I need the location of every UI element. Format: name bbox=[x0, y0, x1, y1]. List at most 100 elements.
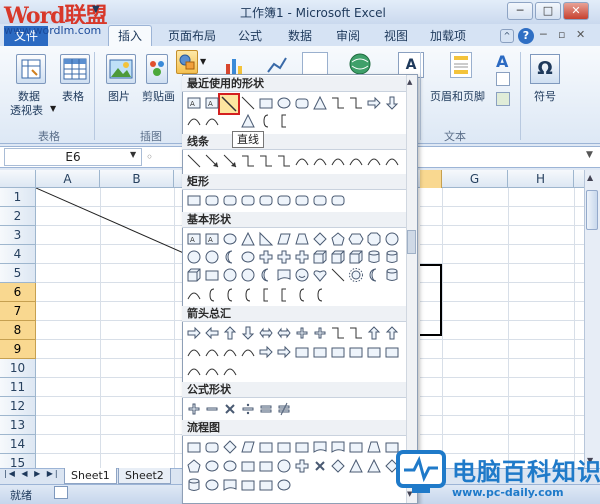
shape-diamond-icon[interactable] bbox=[312, 231, 328, 247]
shape-textbox-icon[interactable]: A bbox=[186, 95, 202, 111]
gallery-scrollbar[interactable] bbox=[406, 75, 417, 503]
shape-curve-icon[interactable] bbox=[366, 153, 382, 169]
shape-cyl-icon[interactable] bbox=[384, 267, 400, 283]
shape-arrowD-icon[interactable] bbox=[240, 325, 256, 341]
shape-rect-icon[interactable] bbox=[348, 439, 364, 455]
shape-curve-icon[interactable] bbox=[294, 153, 310, 169]
shape-arrowU-icon[interactable] bbox=[384, 325, 400, 341]
shape-arrowR-icon[interactable] bbox=[258, 344, 274, 360]
shape-cube-icon[interactable] bbox=[330, 249, 346, 265]
shape-diamond-icon[interactable] bbox=[330, 458, 346, 474]
shape-plus-icon[interactable] bbox=[312, 325, 328, 341]
minimize-icon[interactable]: ─ bbox=[507, 2, 533, 20]
shape-para-icon[interactable] bbox=[276, 231, 292, 247]
shape-arrowLR-icon[interactable] bbox=[276, 325, 292, 341]
shape-doc-icon[interactable] bbox=[312, 439, 328, 455]
shape-textbox-icon[interactable]: A bbox=[204, 95, 220, 111]
close-icon[interactable]: ✕ bbox=[563, 2, 589, 20]
picture-label[interactable]: 图片 bbox=[108, 88, 130, 104]
shape-noteq-icon[interactable] bbox=[276, 401, 292, 417]
shape-arrowU-icon[interactable] bbox=[222, 325, 238, 341]
collapse-ribbon-icon[interactable]: ^ bbox=[500, 29, 514, 43]
shape-curve-icon[interactable] bbox=[384, 153, 400, 169]
shape-cyl-icon[interactable] bbox=[186, 477, 202, 493]
shape-rect-icon[interactable] bbox=[312, 344, 328, 360]
formula-input[interactable] bbox=[420, 149, 584, 165]
shape-elbow-icon[interactable] bbox=[348, 95, 364, 111]
row-header[interactable]: 5 bbox=[0, 264, 36, 283]
shape-oval-icon[interactable] bbox=[204, 458, 220, 474]
shape-rect-icon[interactable] bbox=[294, 344, 310, 360]
window-minimize-small-icon[interactable]: ─ bbox=[540, 28, 547, 41]
shape-rect-icon[interactable] bbox=[240, 477, 256, 493]
shape-elbow-icon[interactable] bbox=[258, 153, 274, 169]
shape-brace-icon[interactable] bbox=[312, 287, 328, 303]
tab-view[interactable]: 视图 bbox=[384, 26, 408, 46]
shape-curve-icon[interactable] bbox=[312, 153, 328, 169]
shape-para-icon[interactable] bbox=[240, 439, 256, 455]
pivot-label-2[interactable]: 透视表 bbox=[10, 102, 43, 118]
window-restore-small-icon[interactable]: ▫ bbox=[558, 28, 565, 41]
pivot-table-icon[interactable] bbox=[16, 54, 46, 84]
shape-rrect-icon[interactable] bbox=[240, 192, 256, 208]
select-all-corner[interactable] bbox=[0, 170, 36, 188]
shape-rrect-icon[interactable] bbox=[312, 192, 328, 208]
formula-bar-handle-icon[interactable]: ◦ bbox=[146, 150, 153, 164]
shape-rtri-icon[interactable] bbox=[258, 231, 274, 247]
gallery-scroll-up-icon[interactable]: ▲ bbox=[407, 78, 412, 86]
shape-moon-icon[interactable] bbox=[258, 267, 274, 283]
gallery-scroll-thumb[interactable] bbox=[407, 230, 416, 254]
restore-icon[interactable]: □ bbox=[535, 2, 561, 20]
shape-times-icon[interactable] bbox=[312, 458, 328, 474]
hyperlink-globe-icon[interactable] bbox=[348, 52, 372, 76]
shape-curve-icon[interactable] bbox=[186, 287, 202, 303]
worksheet-grid-right[interactable] bbox=[420, 188, 584, 468]
shape-num-icon[interactable] bbox=[276, 458, 292, 474]
shape-elbow-icon[interactable] bbox=[240, 153, 256, 169]
column-header-g[interactable]: G bbox=[442, 170, 508, 188]
shape-rect-icon[interactable] bbox=[186, 192, 202, 208]
shape-tri-icon[interactable] bbox=[366, 458, 382, 474]
shape-hex-icon[interactable] bbox=[348, 231, 364, 247]
shape-num-icon[interactable] bbox=[240, 267, 256, 283]
shape-brace-icon[interactable] bbox=[294, 287, 310, 303]
shape-arrowL-icon[interactable] bbox=[204, 325, 220, 341]
wordart-icon[interactable]: A bbox=[496, 52, 508, 71]
row-header[interactable]: 2 bbox=[0, 207, 36, 226]
shape-arrowR-icon[interactable] bbox=[366, 95, 382, 111]
shape-plus-icon[interactable] bbox=[186, 401, 202, 417]
shape-rect-icon[interactable] bbox=[348, 344, 364, 360]
shape-curve-icon[interactable] bbox=[186, 363, 202, 379]
shape-arrowR-icon[interactable] bbox=[276, 344, 292, 360]
shape-tri-icon[interactable] bbox=[240, 113, 256, 129]
row-header[interactable]: 12 bbox=[0, 397, 36, 416]
shape-arrowLR-icon[interactable] bbox=[258, 325, 274, 341]
shape-cube-icon[interactable] bbox=[312, 249, 328, 265]
shape-oct-icon[interactable] bbox=[366, 231, 382, 247]
shape-plus-icon[interactable] bbox=[294, 325, 310, 341]
signature-line-icon[interactable] bbox=[496, 72, 510, 86]
row-header[interactable]: 3 bbox=[0, 226, 36, 245]
row-header[interactable]: 7 bbox=[0, 302, 36, 321]
tab-formulas[interactable]: 公式 bbox=[238, 26, 262, 46]
shape-line-icon[interactable] bbox=[240, 95, 256, 111]
object-icon[interactable] bbox=[496, 92, 510, 106]
shape-doc-icon[interactable] bbox=[330, 439, 346, 455]
shape-cross-icon[interactable] bbox=[276, 249, 292, 265]
shape-tri-icon[interactable] bbox=[348, 458, 364, 474]
shape-cross-icon[interactable] bbox=[294, 249, 310, 265]
chart-line-icon[interactable] bbox=[266, 54, 288, 76]
shape-rect-icon[interactable] bbox=[258, 95, 274, 111]
shape-curve-icon[interactable] bbox=[204, 344, 220, 360]
shape-times-icon[interactable] bbox=[222, 401, 238, 417]
shape-rrect-icon[interactable] bbox=[294, 192, 310, 208]
shape-oval-icon[interactable] bbox=[276, 477, 292, 493]
shape-trap-icon[interactable] bbox=[294, 231, 310, 247]
row-header[interactable]: 11 bbox=[0, 378, 36, 397]
shape-cross-icon[interactable] bbox=[294, 458, 310, 474]
shape-curve-icon[interactable] bbox=[186, 344, 202, 360]
shape-num-icon[interactable] bbox=[204, 249, 220, 265]
table-label[interactable]: 表格 bbox=[62, 88, 84, 104]
picture-icon[interactable] bbox=[106, 54, 136, 84]
shape-rrect-icon[interactable] bbox=[204, 192, 220, 208]
